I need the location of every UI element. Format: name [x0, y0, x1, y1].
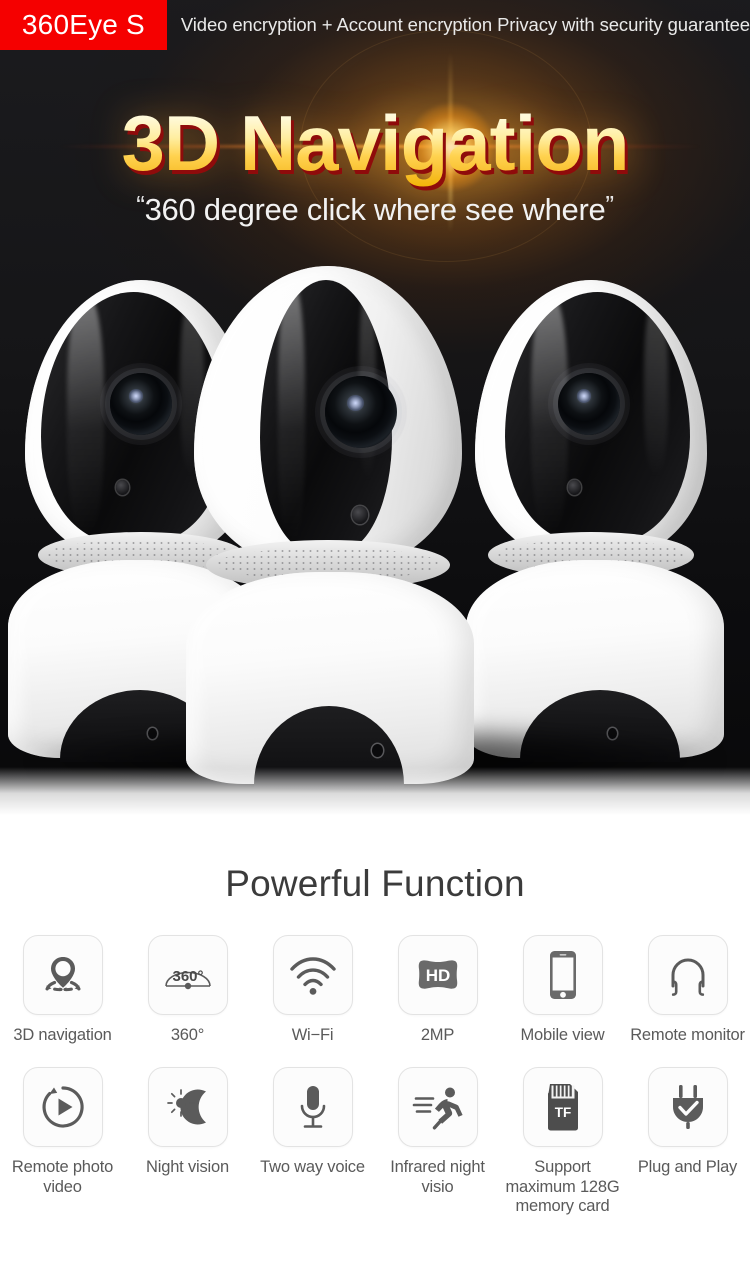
close-quote-glyph: ” — [605, 190, 614, 220]
feature-label: Remote monitor — [630, 1026, 745, 1044]
mobile-phone-icon — [549, 951, 576, 999]
section-title: Powerful Function — [225, 863, 525, 904]
camera-left-led — [116, 480, 129, 495]
hero-subtitle: “360 degree click where see where” — [0, 190, 750, 228]
feature-remote-monitor[interactable]: Remote monitor — [625, 935, 750, 1045]
icon-tile — [647, 935, 728, 1015]
icon-tile — [22, 1067, 103, 1148]
tf-icon-text: TF — [554, 1105, 571, 1120]
headphone-icon — [671, 958, 704, 996]
camera-left-lens — [110, 373, 172, 435]
feature-label: 2MP — [420, 1026, 455, 1044]
feature-tf-memory-card[interactable]: TF Support maximum 128G memory card — [500, 1067, 625, 1216]
feature-label: Plug and Play — [637, 1158, 738, 1177]
icon-tile — [147, 1067, 228, 1148]
camera-center-led — [352, 506, 368, 524]
feature-3d-navigation[interactable]: 3D navigation — [0, 935, 125, 1045]
feature-label: Support maximum 128G memory card — [505, 1158, 620, 1216]
running-person-icon — [412, 1087, 463, 1130]
icon-tile: HD — [397, 935, 478, 1015]
features-section: Powerful Function 3D navigation 360° 360… — [0, 815, 750, 1284]
wifi-icon — [289, 957, 336, 995]
feature-grid-row-2: Remote photo video Night vision Two way … — [0, 1067, 750, 1216]
feature-remote-photo-video[interactable]: Remote photo video — [0, 1067, 125, 1216]
icon-tile — [22, 935, 103, 1015]
microphone-icon — [300, 1086, 325, 1129]
camera-right-lens — [558, 373, 620, 435]
feature-label: Two way voice — [260, 1158, 365, 1177]
hero-banner: 360Eye S Video encryption + Account encr… — [0, 0, 750, 815]
play-circle-icon — [41, 1086, 84, 1129]
feature-2mp-hd[interactable]: HD 2MP — [375, 935, 500, 1045]
icon-tile: 360° — [147, 935, 228, 1015]
brand-name: 360Eye S — [21, 9, 145, 40]
product-photo — [0, 258, 750, 815]
feature-grid-row-1: 3D navigation 360° 360° Wi−Fi HD 2MP Mob… — [0, 935, 750, 1045]
feature-label: 360° — [170, 1026, 205, 1044]
icon-tile — [522, 935, 603, 1015]
feature-wifi[interactable]: Wi−Fi — [250, 935, 375, 1045]
open-quote-glyph: “ — [136, 190, 145, 220]
feature-label: Wi−Fi — [291, 1026, 334, 1044]
brand-badge: 360Eye S — [0, 0, 167, 50]
feature-label: Mobile view — [520, 1026, 605, 1044]
camera-center-lens — [325, 376, 397, 448]
power-plug-check-icon — [672, 1085, 703, 1130]
hd-icon: HD — [418, 960, 457, 989]
hero-bottom-fade — [0, 767, 750, 815]
feature-label: Infrared night visio — [390, 1158, 485, 1196]
night-vision-icon — [166, 1089, 206, 1125]
feature-label: Remote photo video — [11, 1158, 114, 1196]
icon-tile — [647, 1067, 728, 1148]
icon-tile: TF — [522, 1067, 603, 1148]
icon-tile — [397, 1067, 478, 1148]
feature-label: 3D navigation — [13, 1026, 112, 1044]
hd-icon-text: HD — [425, 966, 450, 985]
icon-tile — [272, 1067, 353, 1148]
camera-center-base-port — [372, 744, 383, 757]
security-tagline: Video encryption + Account encryption Pr… — [180, 14, 750, 35]
feature-360-degree[interactable]: 360° 360° — [125, 935, 250, 1045]
360-icon-text: 360° — [172, 968, 203, 985]
tf-card-icon: TF — [547, 1084, 578, 1131]
feature-infrared-night-vision[interactable]: Infrared night visio — [375, 1067, 500, 1216]
hero-subtitle-text: 360 degree click where see where — [144, 192, 606, 227]
top-bar: 360Eye S Video encryption + Account encr… — [0, 0, 750, 50]
icon-tile — [272, 935, 353, 1015]
360-degree-icon: 360° — [164, 968, 211, 990]
feature-label: Night vision — [146, 1158, 229, 1177]
feature-two-way-voice[interactable]: Two way voice — [250, 1067, 375, 1216]
feature-plug-and-play[interactable]: Plug and Play — [625, 1067, 750, 1216]
hero-title: 3D Navigation — [0, 98, 750, 189]
3d-navigation-icon — [45, 957, 80, 992]
feature-night-vision[interactable]: Night vision — [125, 1067, 250, 1216]
feature-mobile-view[interactable]: Mobile view — [500, 935, 625, 1045]
camera-right-led — [568, 480, 581, 495]
